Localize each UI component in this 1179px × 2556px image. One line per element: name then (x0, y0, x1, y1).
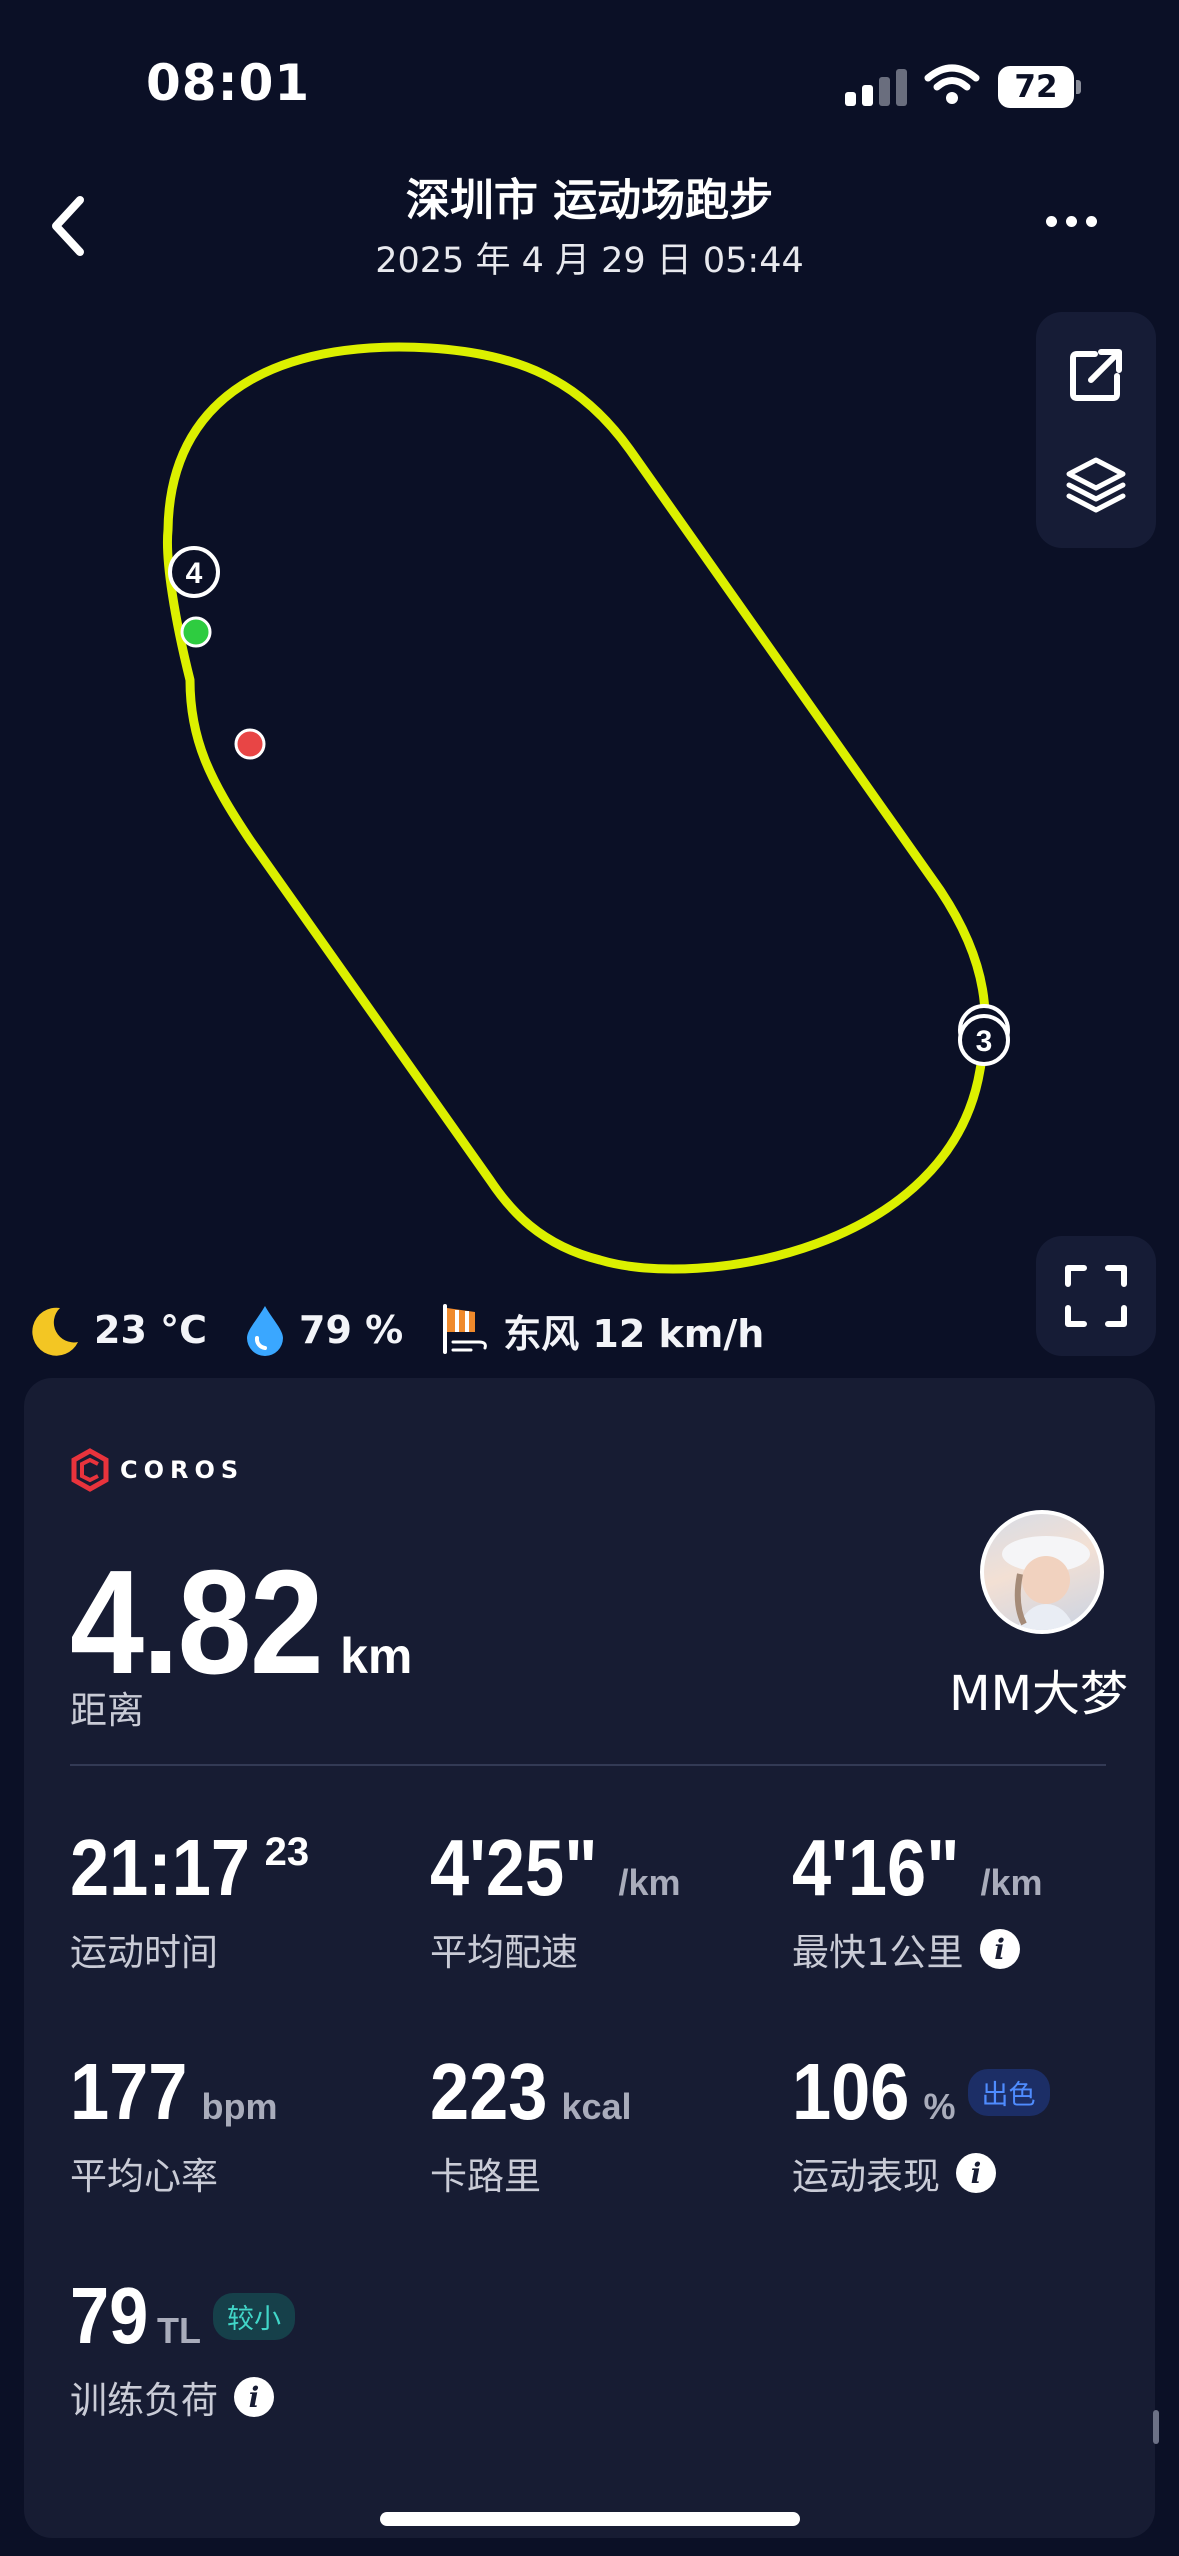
metric-duration: 21:17 23 运动时间 (70, 1823, 310, 1974)
home-indicator[interactable] (380, 2512, 800, 2526)
more-options-button[interactable] (1046, 216, 1097, 227)
brand-logo: COROS (70, 1448, 244, 1492)
metric-fastest-km: 4'16" /km 最快1公里 i (792, 1823, 1043, 1974)
route-track (163, 342, 990, 1274)
route-map[interactable]: 4 3 (0, 300, 1179, 1280)
water-drop-icon (247, 1306, 283, 1356)
battery-icon: 72 (998, 66, 1074, 108)
start-point-marker (180, 616, 212, 648)
share-button[interactable] (1036, 320, 1156, 430)
metric-training-load: 79 TL 较小 训练负荷 i (70, 2270, 295, 2424)
weather-bar: 23 °C 79 % 东风 12 km/h (26, 1296, 800, 1364)
lap-marker-4: 4 (168, 546, 220, 598)
map-tools-panel (1036, 312, 1156, 548)
lap-marker-3: 3 (958, 1004, 1010, 1066)
divider (70, 1764, 1106, 1766)
distance-label: 距离 (70, 1689, 144, 1732)
moon-icon (32, 1307, 78, 1356)
performance-badge: 出色 (967, 2068, 1050, 2116)
brand-name: COROS (120, 1456, 245, 1484)
wifi-icon (924, 64, 980, 104)
activity-detail-screen: 08:01 72 深圳市 运动场跑步 2025 年 4 月 29 日 05:44… (0, 0, 1179, 2556)
username: MM大梦 (949, 1666, 1128, 1722)
temperature: 23 °C (26, 1302, 207, 1358)
avatar-photo (1002, 1536, 1090, 1630)
avatar[interactable] (980, 1510, 1104, 1634)
layers-icon (1066, 457, 1126, 513)
map-layers-button[interactable] (1036, 430, 1156, 540)
metric-performance: 106 % 出色 运动表现 i (792, 2046, 1050, 2200)
fullscreen-button[interactable] (1036, 1236, 1156, 1356)
wind-flag-icon (443, 1304, 488, 1354)
end-point-marker (234, 728, 266, 760)
share-icon (1070, 349, 1122, 401)
humidity: 79 % (243, 1304, 403, 1356)
activity-summary-card: COROS 4.82 km 距离 MM大梦 21:17 23 运动时间 4'25… (24, 1378, 1155, 2538)
metric-calories: 223 kcal 卡路里 (430, 2047, 632, 2198)
metric-avg-heart-rate: 177 bpm 平均心率 (70, 2047, 278, 2198)
info-icon[interactable]: i (234, 2377, 274, 2417)
page-title: 深圳市 运动场跑步 (405, 175, 774, 226)
svg-text:4: 4 (186, 557, 203, 590)
fullscreen-icon (1065, 1265, 1127, 1327)
wind: 东风 12 km/h (439, 1302, 764, 1358)
distance-unit: km (340, 1628, 413, 1684)
battery-cap (1076, 80, 1081, 94)
svg-text:3: 3 (976, 1025, 993, 1058)
metric-avg-pace: 4'25" /km 平均配速 (430, 1823, 681, 1974)
training-load-badge: 较小 (212, 2292, 295, 2340)
cellular-signal-icon (845, 68, 907, 106)
info-icon[interactable]: i (979, 1929, 1020, 1969)
coros-logo-icon (71, 1448, 109, 1492)
scroll-indicator[interactable] (1153, 2410, 1159, 2444)
status-time: 08:01 (146, 54, 311, 112)
activity-datetime: 2025 年 4 月 29 日 05:44 (375, 241, 804, 281)
info-icon[interactable]: i (956, 2153, 996, 2193)
